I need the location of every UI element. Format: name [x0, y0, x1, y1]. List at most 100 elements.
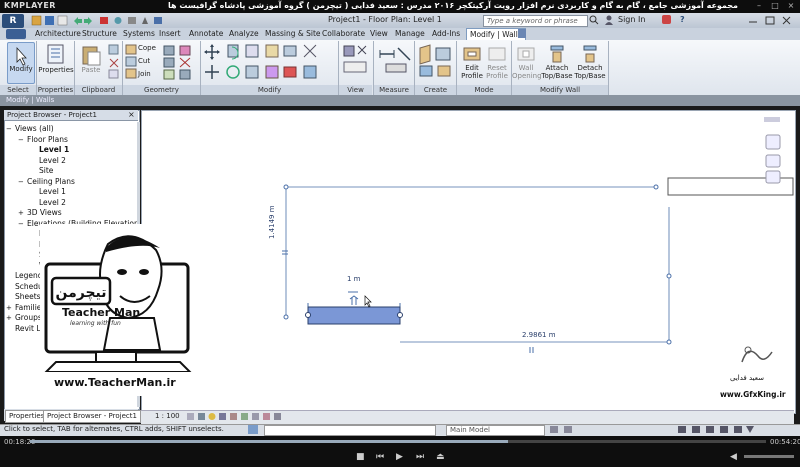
geometry-extra-icons[interactable]	[162, 44, 198, 82]
expand-icon[interactable]: +	[6, 304, 15, 312]
browser-tree-item[interactable]: +3D Views	[6, 208, 136, 219]
browser-tree-item[interactable]: − Ceiling Plans	[6, 177, 136, 188]
tab-massing-site[interactable]: Massing & Site	[265, 29, 321, 38]
search-input[interactable]: Type a keyword or phrase	[483, 15, 588, 27]
attach-top-base-button[interactable]: Attach Top/Base	[540, 64, 574, 80]
tab-add-ins[interactable]: Add-Ins	[432, 29, 460, 38]
panel-modify-label: Modify	[201, 85, 338, 95]
browser-tree-item[interactable]: − Views (all)	[6, 124, 136, 135]
tab-properties[interactable]: Properties	[5, 410, 49, 423]
cope-button[interactable]: Cope	[138, 44, 156, 52]
browser-tree-item[interactable]: Level 1	[6, 187, 136, 198]
eject-icon[interactable]: ⏏	[436, 452, 445, 462]
design-option-dropdown[interactable]: Main Model	[446, 425, 545, 436]
sign-in-button[interactable]: Sign In	[618, 15, 645, 24]
volume-slider[interactable]	[744, 455, 794, 458]
tab-systems[interactable]: Systems	[123, 29, 155, 38]
wall-opening-icon[interactable]	[516, 44, 536, 66]
view-scale[interactable]: 1 : 100	[155, 412, 180, 420]
measure-tools[interactable]	[378, 44, 414, 82]
browser-tree-item[interactable]: Level 2	[6, 156, 136, 167]
project-browser-header: Project Browser - Project1	[4, 110, 138, 121]
next-icon[interactable]: ⏭	[416, 452, 424, 462]
user-icon[interactable]	[604, 15, 614, 27]
panel-geometry-label: Geometry	[123, 85, 200, 95]
browser-tree-item[interactable]: Site	[6, 166, 136, 177]
paste-icon[interactable]	[80, 44, 102, 66]
volume-icon[interactable]: ◀	[730, 452, 737, 462]
close-icon[interactable]: ×	[786, 1, 796, 11]
panel-select-label[interactable]: Select	[0, 85, 36, 95]
play-icon[interactable]: ▶	[396, 452, 403, 462]
panel-mode-label: Mode	[457, 85, 511, 95]
tab-project-browser[interactable]: Project Browser - Project1	[43, 410, 141, 423]
browser-tree-item[interactable]: Level 1	[6, 145, 136, 156]
view-tools[interactable]	[342, 44, 372, 82]
dimension-vertical[interactable]: 1.4149 m	[268, 205, 276, 239]
browser-tree-label: Level 1	[39, 187, 66, 196]
modify-tab-button[interactable]	[6, 29, 26, 39]
search-icon[interactable]	[589, 15, 599, 27]
tab-annotate[interactable]: Annotate	[189, 29, 223, 38]
tab-structure[interactable]: Structure	[82, 29, 117, 38]
application-menu-button[interactable]: R	[2, 14, 24, 28]
geometry-icons[interactable]	[125, 44, 137, 82]
workset-dropdown[interactable]	[264, 425, 436, 436]
video-title: مجموعه آموزشی جامع ، گام به گام و کاربرد…	[168, 1, 738, 10]
cut-button[interactable]: Cut	[138, 57, 150, 65]
exchange-apps-icon[interactable]	[662, 15, 671, 24]
reset-profile-button[interactable]: Reset Profile	[483, 64, 511, 80]
browser-tree-item[interactable]: Level 2	[6, 198, 136, 209]
create-tools[interactable]	[418, 44, 454, 82]
collapse-icon[interactable]: −	[18, 178, 27, 186]
collapse-icon[interactable]: −	[6, 125, 15, 133]
join-button[interactable]: Join	[138, 70, 151, 78]
panel-measure-label: Measure	[374, 85, 414, 95]
tab-collaborate[interactable]: Collaborate	[322, 29, 365, 38]
drawing-svg[interactable]	[142, 111, 795, 413]
grip-bottom-left	[283, 314, 289, 320]
tab-view[interactable]: View	[370, 29, 388, 38]
bottom-dim-marker	[529, 347, 534, 353]
expand-icon[interactable]: +	[6, 314, 15, 322]
quick-access-toolbar[interactable]	[30, 15, 190, 26]
previous-icon[interactable]: ⏮	[376, 452, 384, 462]
drawing-canvas[interactable]: 1.4149 m 1 m 2.9861 m	[141, 110, 796, 414]
modify-button[interactable]: Modify	[7, 42, 35, 84]
panel-view-label: View	[339, 85, 372, 95]
stop-icon[interactable]: ■	[356, 452, 365, 462]
wall-opening-button[interactable]: Wall Opening	[512, 64, 542, 80]
teacher-tagline: learning with fun	[70, 320, 121, 327]
dimension-right[interactable]: 2.9861 m	[522, 331, 556, 339]
paste-label: Paste	[81, 66, 101, 74]
collapse-icon[interactable]: −	[18, 220, 27, 228]
tab-architecture[interactable]: Architecture	[35, 29, 81, 38]
browser-tree-item[interactable]: − Floor Plans	[6, 135, 136, 146]
tab-insert[interactable]: Insert	[159, 29, 181, 38]
clipboard-small-tools[interactable]	[108, 44, 120, 82]
view-control-icons[interactable]	[186, 412, 296, 423]
collapse-icon[interactable]: −	[18, 136, 27, 144]
attach-top-base-icon[interactable]	[547, 44, 567, 66]
tab-modify-walls[interactable]: Modify | Walls	[466, 28, 526, 40]
help-icon[interactable]: ?	[680, 15, 685, 24]
expand-icon[interactable]: +	[18, 209, 27, 217]
minimize-icon[interactable]: –	[754, 1, 764, 11]
properties-button[interactable]	[43, 44, 69, 82]
detach-top-base-icon[interactable]	[580, 44, 600, 66]
status-filter-icons[interactable]	[548, 425, 758, 436]
tab-analyze[interactable]: Analyze	[229, 29, 259, 38]
dimension-top[interactable]: 1 m	[347, 275, 361, 283]
tab-manage[interactable]: Manage	[395, 29, 425, 38]
gfx-website: www.GfxKing.ir	[720, 390, 786, 399]
reset-profile-icon[interactable]	[487, 44, 507, 66]
edit-profile-icon[interactable]	[462, 44, 482, 66]
ribbon-options-icon[interactable]	[518, 29, 526, 38]
maximize-icon[interactable]: □	[770, 1, 780, 11]
edit-profile-button[interactable]: Edit Profile	[458, 64, 486, 80]
detach-top-base-button[interactable]: Detach Top/Base	[573, 64, 607, 80]
revit-window-controls[interactable]	[745, 14, 797, 26]
modify-tools[interactable]	[204, 43, 334, 83]
panel-create-label: Create	[415, 85, 456, 95]
project-browser-close-icon[interactable]: ×	[128, 110, 135, 119]
